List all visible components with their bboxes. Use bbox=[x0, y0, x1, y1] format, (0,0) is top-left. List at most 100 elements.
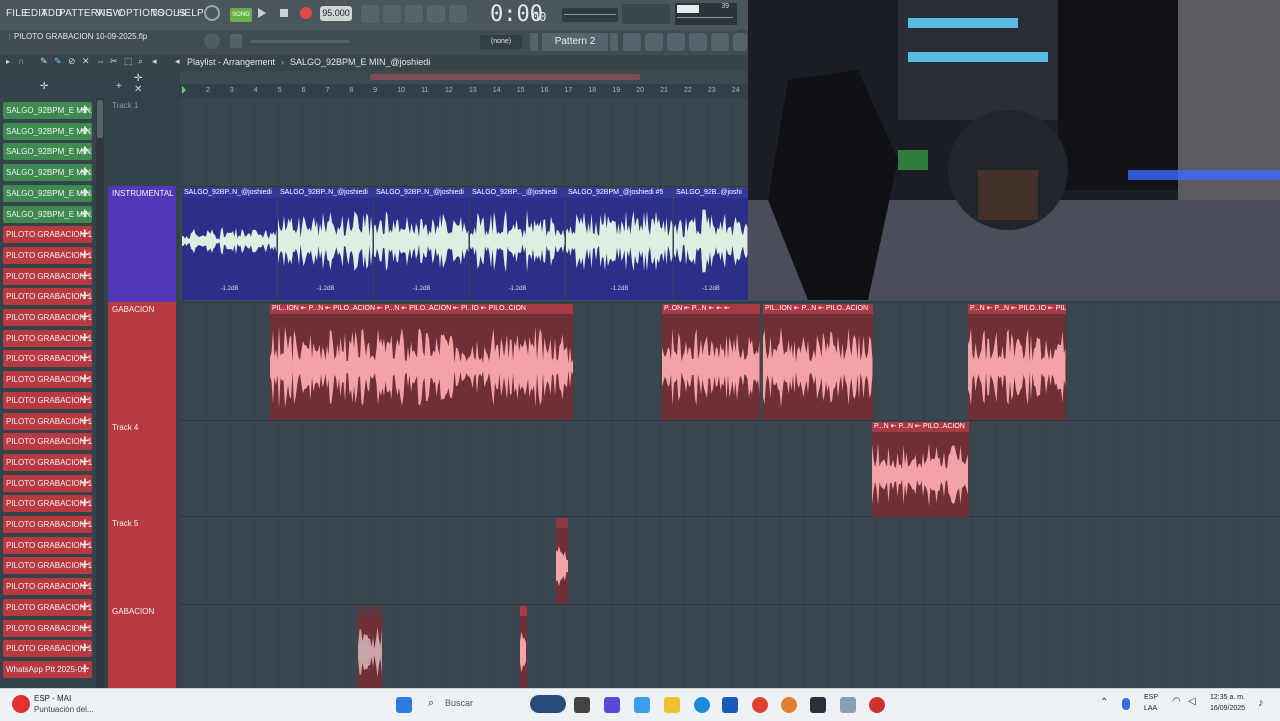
picker-item-move-icon[interactable]: ✛ bbox=[81, 599, 89, 616]
picker-item[interactable]: PILOTO GRABACION 10-09...✛ bbox=[3, 557, 92, 575]
wifi-icon[interactable]: ◠ bbox=[1172, 696, 1181, 707]
picker-item-move-icon[interactable]: ✛ bbox=[81, 433, 89, 450]
picker-item-move-icon[interactable]: ✛ bbox=[81, 143, 89, 160]
picker-item[interactable]: SALGO_92BPM_E MIN... ✛ bbox=[3, 205, 92, 223]
microphone-icon[interactable] bbox=[1122, 698, 1130, 710]
pattern-prev-icon[interactable] bbox=[530, 33, 538, 51]
track-header-instrumental[interactable]: INSTRUMENTAL bbox=[108, 186, 176, 302]
instrumental-clip[interactable]: SALGO_92BP..N_@joshiedi -1.2dB bbox=[182, 188, 277, 300]
app-icon-3[interactable] bbox=[869, 697, 885, 713]
store-icon[interactable] bbox=[722, 697, 738, 713]
slice-icon[interactable]: ✂ bbox=[110, 56, 118, 67]
picker-item[interactable]: PILOTO GRABACION 10-09...✛ bbox=[3, 391, 92, 409]
picker-item[interactable]: PILOTO GRABACION 10-09...✛ bbox=[3, 267, 92, 285]
mixer-icon[interactable] bbox=[623, 33, 641, 51]
move-tracks-icon[interactable]: ✛ bbox=[134, 73, 142, 84]
tempo-display[interactable]: 95.000 bbox=[320, 6, 352, 21]
picker-item[interactable]: PILOTO GRABACION 10-09...✛ bbox=[3, 288, 92, 306]
stop-icon[interactable] bbox=[280, 9, 288, 17]
audio-clip-gabacion-a[interactable]: PIL..ION ⇤ P...N ⇤ PILO..ACION ⇤ P...N ⇤… bbox=[270, 304, 573, 420]
picker-item-move-icon[interactable]: ✛ bbox=[81, 185, 89, 202]
picker-item[interactable]: PILOTO GRABACION 10-09...✛ bbox=[3, 598, 92, 616]
horizontal-scrollbar[interactable] bbox=[180, 71, 748, 84]
loop-record-icon[interactable] bbox=[449, 5, 467, 23]
audio-clip-gabacion-b[interactable]: P..ON ⇤ P...N ⇤ ⇤ ⇤ bbox=[662, 304, 760, 420]
audio-clip-gabacion-c[interactable]: PIL..ION ⇤ P...N ⇤ PILO..ACION bbox=[763, 304, 873, 420]
master-volume-knob[interactable] bbox=[204, 33, 220, 49]
magnet-icon[interactable]: ∩ bbox=[18, 56, 24, 66]
picker-item-move-icon[interactable]: ✛ bbox=[81, 495, 89, 512]
picker-item[interactable]: PILOTO GRABACION 10-09...✛ bbox=[3, 578, 92, 596]
picker-item[interactable]: PILOTO GRABACION 10-05...✛ bbox=[3, 226, 92, 244]
plugin-picker-icon[interactable] bbox=[667, 33, 685, 51]
pat-song-toggle-icon[interactable] bbox=[204, 5, 220, 21]
picker-item-move-icon[interactable]: ✛ bbox=[81, 392, 89, 409]
picker-item-move-icon[interactable]: ✛ bbox=[81, 661, 89, 678]
windows-start-icon[interactable] bbox=[396, 697, 412, 713]
pattern-add-icon[interactable] bbox=[610, 33, 618, 51]
task-view-icon[interactable] bbox=[574, 697, 590, 713]
picker-item-move-icon[interactable]: ✛ bbox=[81, 164, 89, 181]
picker-item[interactable]: PILOTO GRABACION 10-09...✛ bbox=[3, 474, 92, 492]
picker-item-move-icon[interactable]: ✛ bbox=[81, 288, 89, 305]
wait-input-icon[interactable] bbox=[383, 5, 401, 23]
master-pitch[interactable] bbox=[622, 4, 670, 24]
chrome-icon[interactable] bbox=[752, 697, 768, 713]
picker-item-move-icon[interactable]: ✛ bbox=[81, 413, 89, 430]
picker-item-move-icon[interactable]: ✛ bbox=[81, 123, 89, 140]
countdown-icon[interactable] bbox=[405, 5, 423, 23]
brush-icon[interactable]: ✎ bbox=[54, 56, 62, 67]
picker-item-move-icon[interactable]: ✛ bbox=[81, 350, 89, 367]
track-header-1[interactable]: Track 1 bbox=[108, 98, 176, 186]
audio-clip-track5[interactable] bbox=[556, 518, 568, 604]
delete-icon[interactable]: ⊘ bbox=[68, 56, 76, 67]
weather-subtitle[interactable]: Puntuación del... bbox=[34, 705, 94, 714]
picker-item[interactable]: WhatsApp Ptt 2025-0... ✛ bbox=[3, 660, 92, 678]
picker-item[interactable]: PILOTO GRABACION 10-09...✛ bbox=[3, 495, 92, 513]
audio-clip-track4[interactable]: P...N ⇤ P...N ⇤ PILO..ACION bbox=[872, 422, 969, 517]
menu-help[interactable]: HELP bbox=[177, 8, 204, 19]
record-icon[interactable] bbox=[300, 7, 312, 19]
picker-item-move-icon[interactable]: ✛ bbox=[81, 330, 89, 347]
track-header-gabacion[interactable]: GABACION bbox=[108, 302, 176, 420]
play-icon[interactable] bbox=[258, 8, 266, 18]
app-icon-2[interactable] bbox=[840, 697, 856, 713]
picker-item[interactable]: PILOTO GRABACION 10-09...✛ bbox=[3, 246, 92, 264]
slip-icon[interactable]: ⇔ bbox=[96, 56, 105, 66]
picker-item-move-icon[interactable]: ✛ bbox=[81, 578, 89, 595]
fl-studio-icon[interactable] bbox=[781, 697, 797, 713]
picker-item[interactable]: PILOTO GRABACION 10-09...✛ bbox=[3, 412, 92, 430]
picker-item[interactable]: PILOTO GRABACION 10-09...✛ bbox=[3, 309, 92, 326]
picker-item-move-icon[interactable]: ✛ bbox=[81, 102, 89, 119]
master-volume-slider[interactable] bbox=[250, 40, 350, 43]
timeline-ruler[interactable]: 2 3 4 5 6 7 8 9 10 11 12 13 14 15 16 17 18 19 20 21 22 23 24 bbox=[180, 84, 748, 98]
breadcrumb-pattern[interactable]: SALGO_92BPM_E MIN_@joshiedi bbox=[290, 57, 430, 67]
track-header-4[interactable]: Track 4 bbox=[108, 420, 176, 516]
copilot-icon[interactable] bbox=[634, 697, 650, 713]
picker-item-move-icon[interactable]: ✛ bbox=[81, 268, 89, 285]
metronome-icon[interactable] bbox=[361, 5, 379, 23]
picker-item[interactable]: PILOTO GRABACION 10-09...✛ bbox=[3, 640, 92, 658]
playback-icon[interactable]: ◂ bbox=[152, 56, 157, 67]
picker-item-move-icon[interactable]: ✛ bbox=[81, 475, 89, 492]
collapse-icon[interactable]: ✕ bbox=[134, 84, 142, 95]
audio-clip-gabacion-d[interactable]: P...N ⇤ P...N ⇤ PILO..IO ⇤ PILO..CION bbox=[968, 304, 1066, 420]
breadcrumb-playlist[interactable]: Playlist - Arrangement bbox=[187, 57, 275, 67]
instrumental-clip[interactable]: SALGO_92BP..N_@joshiedi -1.2dB bbox=[374, 188, 469, 300]
picker-item[interactable]: PILOTO GRABACION 10-09...✛ bbox=[3, 433, 92, 451]
picker-item-move-icon[interactable]: ✛ bbox=[81, 516, 89, 533]
search-highlight-icon[interactable] bbox=[530, 695, 566, 713]
audio-clip-gabacion-2a[interactable] bbox=[358, 606, 382, 688]
picker-item-move-icon[interactable]: ✛ bbox=[81, 454, 89, 471]
picker-move-icon[interactable]: ✛ bbox=[40, 81, 48, 92]
breadcrumb-back-icon[interactable]: ◂ bbox=[175, 56, 180, 67]
picker-item[interactable]: SALGO_92BPM_E MIN... ✛ bbox=[3, 122, 92, 140]
app-icon[interactable] bbox=[810, 697, 826, 713]
taskbar-search[interactable]: Buscar bbox=[445, 698, 473, 708]
weather-title[interactable]: ESP - MAI bbox=[34, 694, 71, 703]
picker-item[interactable]: SALGO_92BPM_E MIN... ✛ bbox=[3, 143, 92, 161]
language-primary[interactable]: ESP bbox=[1144, 694, 1158, 701]
track-header-5[interactable]: Track 5 bbox=[108, 516, 176, 604]
teams-icon[interactable] bbox=[604, 697, 620, 713]
pattern-selector[interactable]: Pattern 2 bbox=[542, 33, 608, 51]
